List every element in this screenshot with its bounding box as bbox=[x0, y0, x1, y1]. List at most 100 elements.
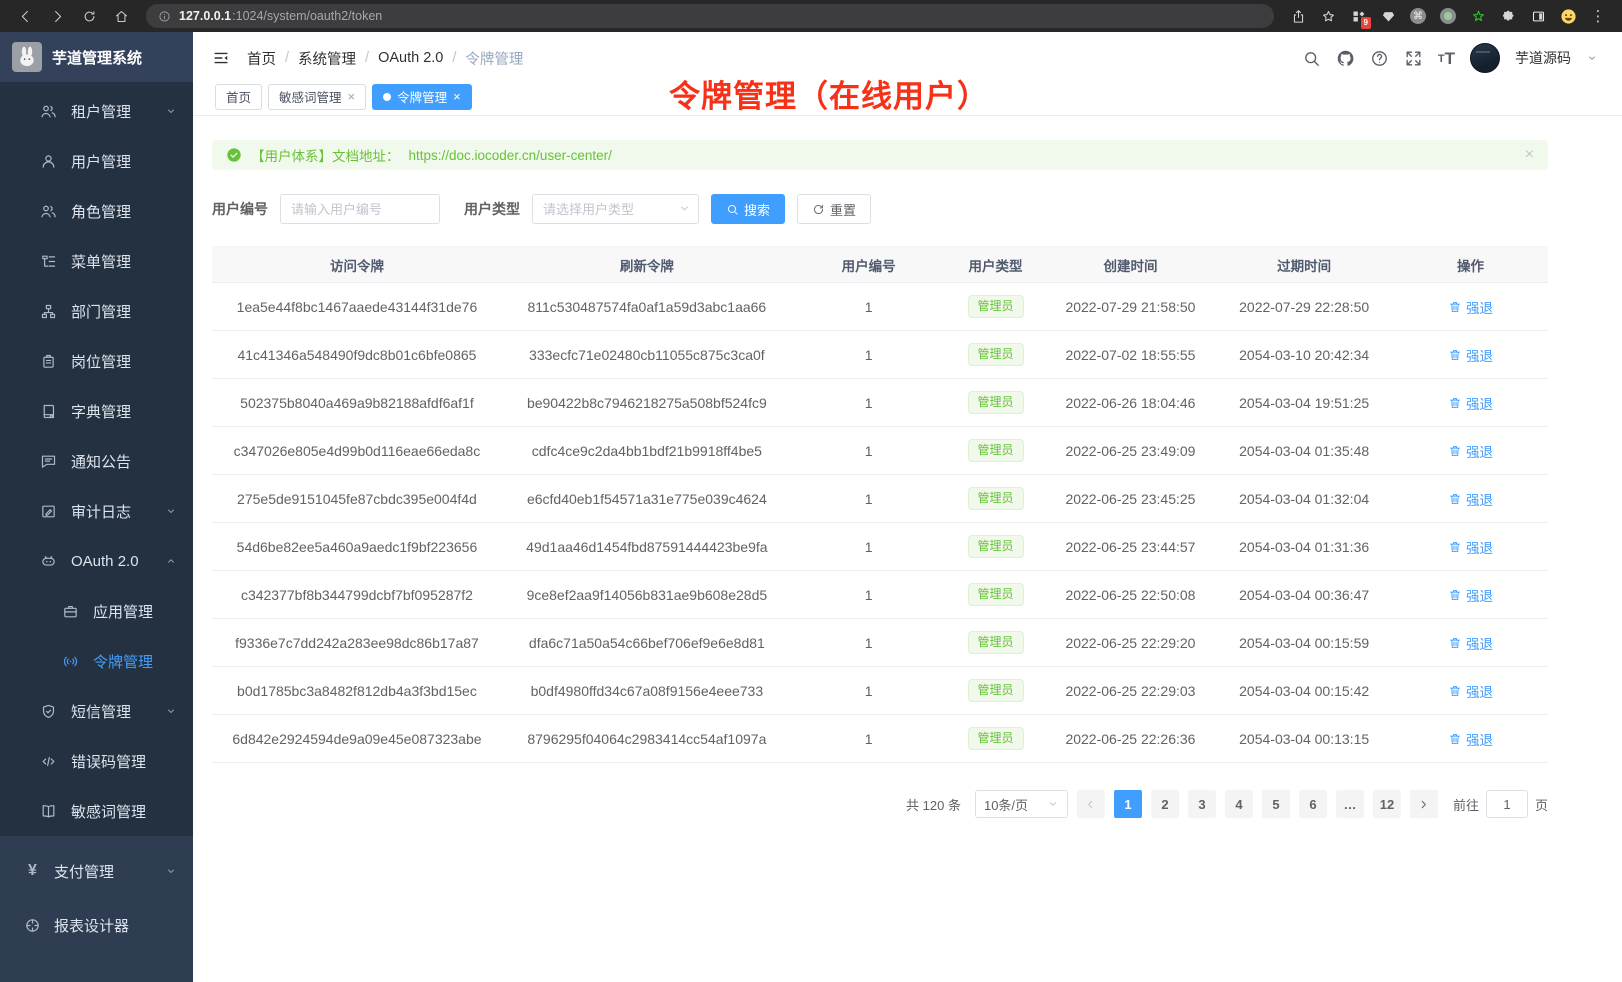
page-button-2[interactable]: 2 bbox=[1151, 790, 1179, 818]
record-extension-icon[interactable] bbox=[1436, 4, 1460, 28]
page-size-select[interactable]: 10条/页 bbox=[975, 790, 1068, 818]
page-ellipsis-button[interactable]: … bbox=[1336, 790, 1364, 818]
reset-button[interactable]: 重置 bbox=[797, 194, 871, 224]
sidebar-item-menu[interactable]: 菜单管理 bbox=[0, 236, 193, 286]
puzzle-extension-icon[interactable] bbox=[1496, 4, 1520, 28]
sidebar-item-tenant[interactable]: 租户管理 bbox=[0, 86, 193, 136]
column-header: 刷新令牌 bbox=[502, 247, 792, 283]
force-logout-button[interactable]: 强退 bbox=[1448, 681, 1493, 701]
username[interactable]: 芋道源码 bbox=[1515, 48, 1571, 68]
tab-close-icon[interactable]: × bbox=[453, 90, 461, 103]
sidebar-item-report-designer[interactable]: 报表设计器 bbox=[0, 898, 193, 952]
column-header: 用户编号 bbox=[792, 247, 946, 283]
user-id-label: 用户编号 bbox=[212, 199, 268, 219]
force-logout-button[interactable]: 强退 bbox=[1448, 393, 1493, 413]
browser-menu-icon[interactable]: ⋮ bbox=[1586, 4, 1610, 28]
command-extension-icon[interactable]: ⌘ bbox=[1406, 4, 1430, 28]
sidebar-item-pay[interactable]: ¥支付管理 bbox=[0, 844, 193, 898]
force-logout-button[interactable]: 强退 bbox=[1448, 633, 1493, 653]
breadcrumb-system[interactable]: 系统管理 bbox=[298, 48, 356, 69]
tab-label: 敏感词管理 bbox=[279, 87, 342, 106]
page-button-6[interactable]: 6 bbox=[1299, 790, 1327, 818]
page-button-4[interactable]: 4 bbox=[1225, 790, 1253, 818]
goto-page-input[interactable] bbox=[1486, 790, 1528, 818]
tab-sensitive-word[interactable]: 敏感词管理 × bbox=[268, 84, 366, 110]
access-token-cell: 54d6be82ee5a460a9aedc1f9bf223656 bbox=[212, 523, 502, 571]
trash-icon bbox=[1448, 732, 1462, 746]
table-row: 1ea5e44f8bc1467aaede43144f31de76811c5304… bbox=[212, 283, 1548, 331]
sidebar-item-oauth2-token[interactable]: 令牌管理 bbox=[0, 636, 193, 686]
app-icon bbox=[62, 603, 79, 620]
sidebar-item-sensitive-word[interactable]: 敏感词管理 bbox=[0, 786, 193, 836]
page-button-3[interactable]: 3 bbox=[1188, 790, 1216, 818]
action-cell: 强退 bbox=[1393, 475, 1548, 523]
chevDown-icon bbox=[165, 105, 177, 117]
sidebar-item-dept[interactable]: 部门管理 bbox=[0, 286, 193, 336]
green-star-extension-icon[interactable] bbox=[1466, 4, 1490, 28]
search-icon[interactable] bbox=[1302, 49, 1321, 68]
sidebar-item-audit-log[interactable]: 审计日志 bbox=[0, 486, 193, 536]
sidebar-item-error-code[interactable]: 错误码管理 bbox=[0, 736, 193, 786]
refresh-token-cell: 8796295f04064c2983414cc54af1097a bbox=[502, 715, 792, 763]
sidebar-item-notice[interactable]: 通知公告 bbox=[0, 436, 193, 486]
tab-home[interactable]: 首页 bbox=[215, 84, 262, 110]
collapse-menu-icon[interactable] bbox=[211, 48, 231, 68]
gem-extension-icon[interactable] bbox=[1376, 4, 1400, 28]
back-icon[interactable] bbox=[12, 3, 38, 29]
help-icon[interactable] bbox=[1370, 49, 1389, 68]
sidebar-item-label: 报表设计器 bbox=[54, 915, 129, 936]
reload-icon[interactable] bbox=[76, 3, 102, 29]
breadcrumb-home[interactable]: 首页 bbox=[247, 48, 276, 69]
user-id-input[interactable] bbox=[280, 194, 440, 224]
prev-page-button[interactable] bbox=[1077, 790, 1105, 818]
doc-link[interactable]: https://doc.iocoder.cn/user-center/ bbox=[409, 148, 612, 163]
page-button-12[interactable]: 12 bbox=[1373, 790, 1401, 818]
sidebar-item-sms[interactable]: 短信管理 bbox=[0, 686, 193, 736]
home-icon[interactable] bbox=[108, 3, 134, 29]
sidebar-item-role[interactable]: 角色管理 bbox=[0, 186, 193, 236]
user-avatar[interactable] bbox=[1470, 43, 1500, 73]
tab-label: 首页 bbox=[226, 87, 251, 106]
github-icon[interactable] bbox=[1336, 49, 1355, 68]
next-page-button[interactable] bbox=[1410, 790, 1438, 818]
bookmark-star-icon[interactable] bbox=[1316, 4, 1340, 28]
tab-token[interactable]: 令牌管理× bbox=[372, 84, 472, 110]
force-logout-button[interactable]: 强退 bbox=[1448, 345, 1493, 365]
refresh-token-cell: e6cfd40eb1f54571a31e775e039c4624 bbox=[502, 475, 792, 523]
profile-emoji-icon[interactable] bbox=[1556, 4, 1580, 28]
token-icon bbox=[62, 653, 79, 670]
split-window-extension-icon[interactable] bbox=[1526, 4, 1550, 28]
sidebar-item-oauth2[interactable]: OAuth 2.0 bbox=[0, 536, 193, 586]
force-logout-button[interactable]: 强退 bbox=[1448, 537, 1493, 557]
alert-close-icon[interactable]: × bbox=[1525, 147, 1534, 163]
force-logout-button[interactable]: 强退 bbox=[1448, 585, 1493, 605]
site-info-icon[interactable] bbox=[158, 10, 171, 23]
trash-icon bbox=[1448, 300, 1462, 314]
page-button-1[interactable]: 1 bbox=[1114, 790, 1142, 818]
user-type-select[interactable] bbox=[532, 194, 699, 224]
sidebar-item-dict[interactable]: 字典管理 bbox=[0, 386, 193, 436]
tab-close-icon[interactable]: × bbox=[348, 90, 356, 103]
breadcrumb-oauth2[interactable]: OAuth 2.0 bbox=[378, 50, 443, 66]
browser-chrome: 127.0.0.1:1024/system/oauth2/token 9 ⌘ ⋮ bbox=[0, 0, 1622, 32]
sidebar-item-post[interactable]: 岗位管理 bbox=[0, 336, 193, 386]
extension-grid-icon[interactable]: 9 bbox=[1346, 4, 1370, 28]
sidebar-item-user[interactable]: 用户管理 bbox=[0, 136, 193, 186]
alert-text: 【用户体系】文档地址： bbox=[251, 145, 400, 165]
fullscreen-icon[interactable] bbox=[1404, 49, 1423, 68]
share-icon[interactable] bbox=[1286, 4, 1310, 28]
address-bar[interactable]: 127.0.0.1:1024/system/oauth2/token bbox=[146, 4, 1274, 28]
user-type-badge: 管理员 bbox=[968, 439, 1024, 463]
sidebar-item-oauth2-app[interactable]: 应用管理 bbox=[0, 586, 193, 636]
page-button-5[interactable]: 5 bbox=[1262, 790, 1290, 818]
forward-icon[interactable] bbox=[44, 3, 70, 29]
force-logout-button[interactable]: 强退 bbox=[1448, 729, 1493, 749]
user-menu-caret-icon[interactable] bbox=[1586, 52, 1598, 64]
force-logout-button[interactable]: 强退 bbox=[1448, 489, 1493, 509]
user-id-cell: 1 bbox=[792, 715, 946, 763]
select-caret-icon bbox=[1047, 798, 1059, 810]
force-logout-button[interactable]: 强退 bbox=[1448, 441, 1493, 461]
font-size-icon[interactable]: TT bbox=[1438, 50, 1455, 67]
force-logout-button[interactable]: 强退 bbox=[1448, 297, 1493, 317]
search-button[interactable]: 搜索 bbox=[711, 194, 785, 224]
